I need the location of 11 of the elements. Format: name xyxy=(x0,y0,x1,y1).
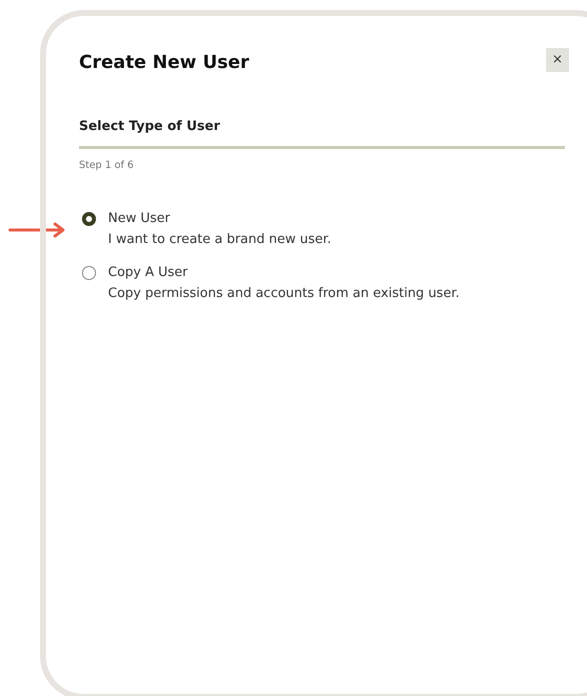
option-label: Copy A User xyxy=(108,265,189,280)
dialog-title: Create New User xyxy=(79,52,250,73)
radio-button[interactable] xyxy=(82,212,96,226)
step-heading: Select Type of User xyxy=(79,119,221,134)
close-button[interactable]: × xyxy=(546,48,569,72)
arrow-icon xyxy=(8,222,66,238)
option-description: Copy permissions and accounts from an existing user. xyxy=(108,286,460,301)
step-counter: Step 1 of 6 xyxy=(79,160,135,171)
option-description: I want to create a brand new user. xyxy=(108,232,332,247)
radio-button[interactable] xyxy=(82,266,96,280)
option-label: New User xyxy=(108,211,172,226)
